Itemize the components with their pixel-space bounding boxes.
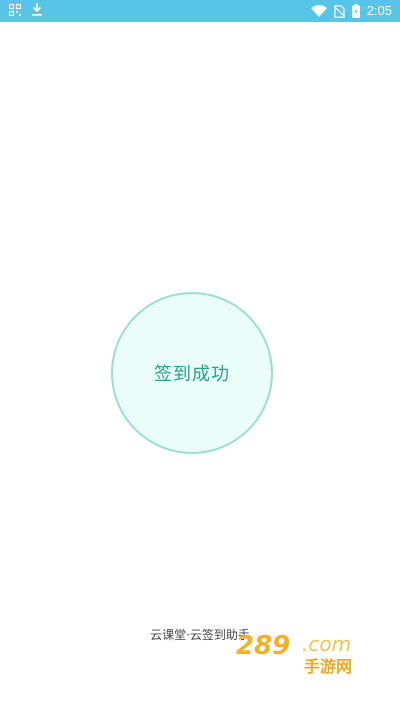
qr-scan-icon xyxy=(9,3,21,16)
site-watermark-logo: 289 .com 手游网 xyxy=(234,628,394,676)
download-icon xyxy=(31,3,43,16)
battery-icon xyxy=(351,4,360,18)
checkin-status-label: 签到成功 xyxy=(154,364,230,385)
svg-text:手游网: 手游网 xyxy=(304,657,352,676)
status-bar: 2:05 xyxy=(0,0,400,22)
status-time: 2:05 xyxy=(366,3,392,18)
svg-text:.com: .com xyxy=(302,632,351,656)
svg-text:289: 289 xyxy=(236,631,290,661)
wifi-icon xyxy=(310,5,327,17)
no-sim-icon xyxy=(333,4,345,18)
checkin-status-circle[interactable]: 签到成功 xyxy=(111,292,273,454)
